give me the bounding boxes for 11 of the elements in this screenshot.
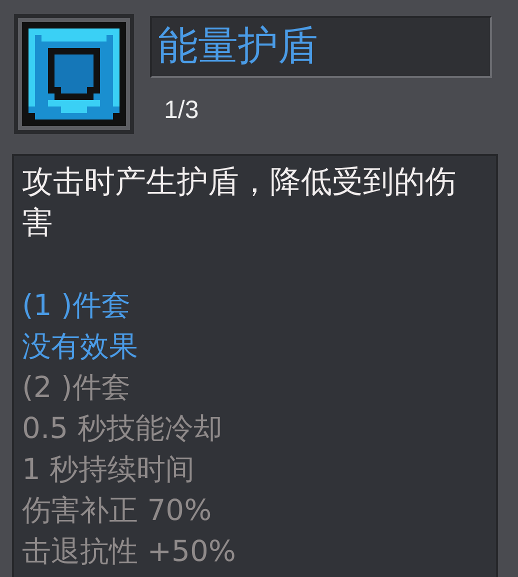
set-bonus-line: 击退抗性 +50% [22, 533, 236, 570]
item-description: 攻击时产生护盾，降低受到的伤害 [22, 163, 457, 243]
set-bonus-line: 伤害补正 70% [22, 492, 212, 529]
set-bonus-line: 1 秒持续时间 [22, 451, 195, 488]
set-bonus-line: (1 )件套 [22, 287, 130, 324]
item-count: 1/3 [164, 96, 200, 125]
shield-icon [22, 22, 126, 126]
set-bonus-line: 没有效果 [22, 328, 138, 365]
set-bonus-line: (2 )件套 [22, 369, 130, 406]
item-name: 能量护盾 [150, 16, 492, 78]
set-bonus-line: 0.5 秒技能冷却 [22, 410, 222, 447]
